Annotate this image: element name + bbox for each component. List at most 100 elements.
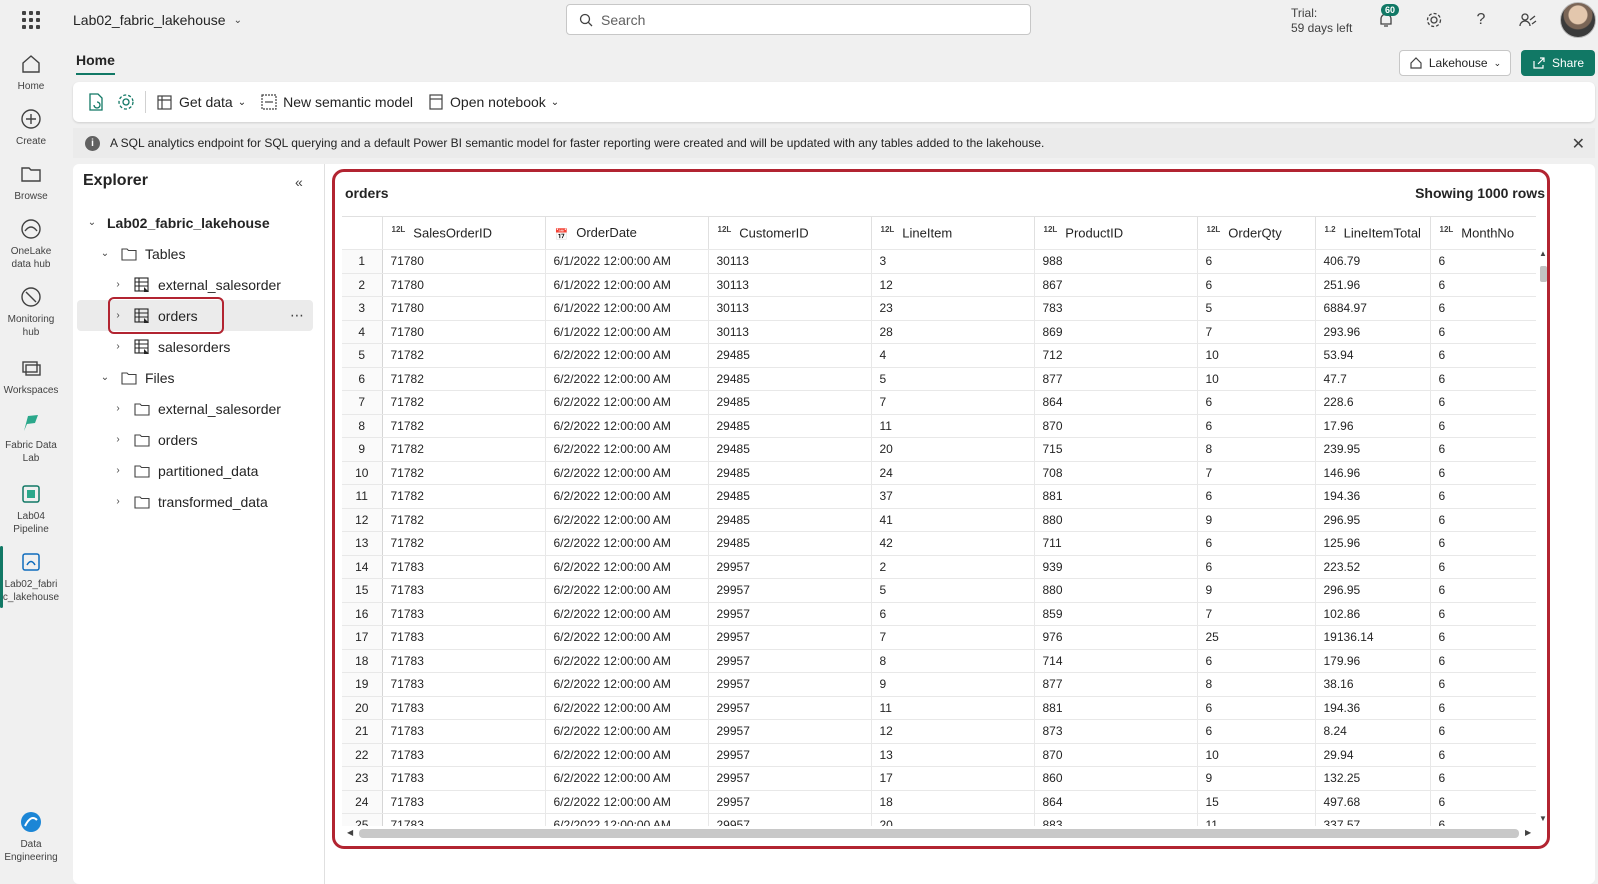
scroll-left-icon[interactable]: ◀ bbox=[347, 828, 353, 837]
table-row[interactable]: 7 71782 6/2/2022 12:00:00 AM 29485 7 864 6 228.… bbox=[342, 390, 1536, 415]
table-cell[interactable]: 6 bbox=[1430, 625, 1536, 650]
column-header[interactable]: 📅 OrderDate bbox=[545, 216, 709, 250]
table-cell[interactable]: 881 bbox=[1034, 484, 1198, 509]
table-cell[interactable]: 29485 bbox=[708, 531, 872, 556]
rail-item-monitoring-hub[interactable]: Monitoring hub bbox=[0, 285, 62, 339]
chevron-right-icon[interactable]: › bbox=[111, 279, 125, 290]
table-cell[interactable]: 5 bbox=[871, 367, 1035, 391]
table-cell[interactable]: 293.96 bbox=[1315, 320, 1431, 344]
more-options-icon[interactable]: ⋯ bbox=[290, 307, 305, 324]
table-cell[interactable]: 6 bbox=[1430, 273, 1536, 297]
table-cell[interactable]: 6 bbox=[1430, 766, 1536, 791]
table-cell[interactable]: 9 bbox=[871, 672, 1035, 697]
table-cell[interactable]: 6 bbox=[1197, 719, 1316, 744]
row-number-cell[interactable]: 16 bbox=[342, 602, 383, 626]
rail-item-fabric-data-lab[interactable]: Fabric Data Lab bbox=[0, 411, 62, 465]
table-cell[interactable]: 6 bbox=[1430, 672, 1536, 697]
table-cell[interactable]: 146.96 bbox=[1315, 461, 1431, 485]
table-cell[interactable]: 29485 bbox=[708, 367, 872, 391]
table-cell[interactable]: 29957 bbox=[708, 696, 872, 720]
table-cell[interactable]: 296.95 bbox=[1315, 578, 1431, 603]
table-cell[interactable]: 6/2/2022 12:00:00 AM bbox=[545, 696, 709, 720]
table-cell[interactable]: 71783 bbox=[382, 625, 546, 650]
rail-item-workspaces[interactable]: Workspaces bbox=[0, 356, 62, 397]
table-cell[interactable]: 71783 bbox=[382, 602, 546, 626]
table-cell[interactable]: 5 bbox=[871, 578, 1035, 603]
row-number-cell[interactable]: 8 bbox=[342, 414, 383, 438]
chevron-right-icon[interactable]: › bbox=[111, 465, 125, 476]
table-cell[interactable]: 6 bbox=[1430, 555, 1536, 579]
chevron-down-icon[interactable]: ⌄ bbox=[98, 248, 112, 259]
table-cell[interactable]: 6 bbox=[1430, 390, 1536, 415]
table-cell[interactable]: 877 bbox=[1034, 672, 1198, 697]
row-number-cell[interactable]: 3 bbox=[342, 296, 383, 321]
row-number-cell[interactable]: 20 bbox=[342, 696, 383, 720]
table-cell[interactable]: 6884.97 bbox=[1315, 296, 1431, 321]
search-box[interactable] bbox=[566, 4, 1031, 35]
table-cell[interactable]: 29485 bbox=[708, 414, 872, 438]
table-cell[interactable]: 29957 bbox=[708, 813, 872, 826]
table-cell[interactable]: 17 bbox=[871, 766, 1035, 791]
table-cell[interactable]: 29485 bbox=[708, 343, 872, 368]
chevron-down-icon[interactable]: ⌄ bbox=[98, 372, 112, 383]
table-cell[interactable]: 29957 bbox=[708, 625, 872, 650]
tab-home[interactable]: Home bbox=[76, 52, 115, 75]
lakehouse-switcher-button[interactable]: Lakehouse ⌄ bbox=[1399, 50, 1511, 76]
table-cell[interactable]: 71783 bbox=[382, 555, 546, 579]
table-cell[interactable]: 860 bbox=[1034, 766, 1198, 791]
new-semantic-model-button[interactable]: New semantic model bbox=[260, 93, 413, 111]
rail-item-browse[interactable]: Browse bbox=[0, 162, 62, 203]
table-cell[interactable]: 11 bbox=[1197, 813, 1316, 826]
table-cell[interactable]: 29957 bbox=[708, 555, 872, 579]
workspace-selector[interactable]: Lab02_fabric_lakehouse ⌄ bbox=[73, 12, 242, 28]
column-header[interactable]: 12L LineItem bbox=[871, 216, 1035, 250]
table-cell[interactable]: 6/2/2022 12:00:00 AM bbox=[545, 672, 709, 697]
column-header[interactable]: 12L OrderQty bbox=[1197, 216, 1316, 250]
table-cell[interactable]: 29.94 bbox=[1315, 743, 1431, 767]
row-number-cell[interactable]: 2 bbox=[342, 273, 383, 297]
get-data-button[interactable]: Get data ⌄ bbox=[156, 93, 246, 111]
table-cell[interactable]: 883 bbox=[1034, 813, 1198, 826]
table-cell[interactable]: 3 bbox=[871, 249, 1035, 274]
table-cell[interactable]: 869 bbox=[1034, 320, 1198, 344]
tree-table-external-salesorder[interactable]: › external_salesorder bbox=[111, 269, 311, 300]
table-cell[interactable]: 194.36 bbox=[1315, 696, 1431, 720]
table-cell[interactable]: 71782 bbox=[382, 343, 546, 368]
table-cell[interactable]: 712 bbox=[1034, 343, 1198, 368]
table-cell[interactable]: 38.16 bbox=[1315, 672, 1431, 697]
table-cell[interactable]: 715 bbox=[1034, 437, 1198, 462]
rail-item-data-engineering[interactable]: Data Engineering bbox=[0, 810, 62, 864]
table-cell[interactable]: 6/2/2022 12:00:00 AM bbox=[545, 813, 709, 826]
table-row[interactable]: 2 71780 6/1/2022 12:00:00 AM 30113 12 867 6 251… bbox=[342, 273, 1536, 297]
row-number-cell[interactable]: 6 bbox=[342, 367, 383, 391]
table-cell[interactable]: 19136.14 bbox=[1315, 625, 1431, 650]
table-cell[interactable]: 20 bbox=[871, 813, 1035, 826]
table-row[interactable]: 14 71783 6/2/2022 12:00:00 AM 29957 2 939 6 223… bbox=[342, 555, 1536, 579]
table-cell[interactable]: 71780 bbox=[382, 320, 546, 344]
table-row[interactable]: 8 71782 6/2/2022 12:00:00 AM 29485 11 870 6 17.… bbox=[342, 414, 1536, 438]
table-row[interactable]: 13 71782 6/2/2022 12:00:00 AM 29485 42 711 6 12… bbox=[342, 531, 1536, 556]
table-row[interactable]: 4 71780 6/1/2022 12:00:00 AM 30113 28 869 7 293… bbox=[342, 320, 1536, 344]
table-cell[interactable]: 880 bbox=[1034, 578, 1198, 603]
table-cell[interactable]: 71783 bbox=[382, 649, 546, 673]
table-cell[interactable]: 23 bbox=[871, 296, 1035, 321]
table-cell[interactable]: 6 bbox=[1430, 484, 1536, 509]
table-cell[interactable]: 6/1/2022 12:00:00 AM bbox=[545, 249, 709, 274]
table-cell[interactable]: 9 bbox=[1197, 578, 1316, 603]
table-cell[interactable]: 41 bbox=[871, 508, 1035, 532]
chevron-right-icon[interactable]: › bbox=[111, 434, 125, 445]
table-row[interactable]: 23 71783 6/2/2022 12:00:00 AM 29957 17 860 9 13… bbox=[342, 766, 1536, 791]
table-cell[interactable]: 71782 bbox=[382, 484, 546, 509]
table-cell[interactable]: 873 bbox=[1034, 719, 1198, 744]
table-cell[interactable]: 6/2/2022 12:00:00 AM bbox=[545, 625, 709, 650]
table-cell[interactable]: 71782 bbox=[382, 508, 546, 532]
table-cell[interactable]: 29485 bbox=[708, 390, 872, 415]
table-cell[interactable]: 11 bbox=[871, 696, 1035, 720]
table-cell[interactable]: 6 bbox=[1197, 249, 1316, 274]
table-row[interactable]: 15 71783 6/2/2022 12:00:00 AM 29957 5 880 9 296… bbox=[342, 578, 1536, 603]
table-cell[interactable]: 18 bbox=[871, 790, 1035, 814]
table-cell[interactable]: 20 bbox=[871, 437, 1035, 462]
table-cell[interactable]: 6 bbox=[1430, 461, 1536, 485]
table-cell[interactable]: 71782 bbox=[382, 414, 546, 438]
table-cell[interactable]: 6/2/2022 12:00:00 AM bbox=[545, 578, 709, 603]
